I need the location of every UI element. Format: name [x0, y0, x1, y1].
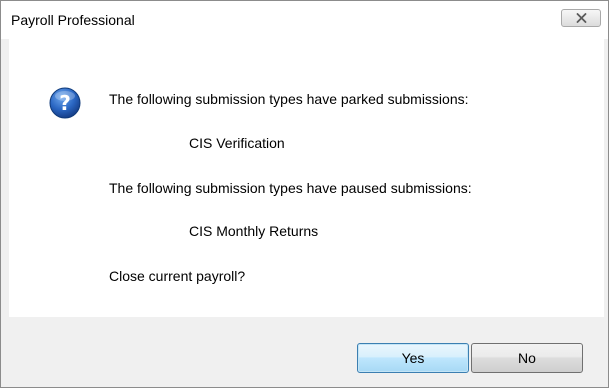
no-button[interactable]: No — [471, 343, 583, 373]
window-title: Payroll Professional — [11, 12, 135, 28]
parked-item: CIS Verification — [189, 135, 285, 151]
message-area: ? The following submission types have pa… — [9, 39, 604, 317]
question-glyph: ? — [59, 91, 71, 115]
yes-button[interactable]: Yes — [357, 343, 469, 373]
button-bar: Yes No — [1, 317, 608, 387]
parked-heading: The following submission types have park… — [109, 91, 469, 107]
question-icon: ? — [49, 87, 81, 119]
paused-heading: The following submission types have paus… — [109, 180, 472, 196]
close-icon — [576, 13, 587, 23]
paused-item: CIS Monthly Returns — [189, 223, 319, 239]
message-dialog: Payroll Professional ? The following sub… — [0, 0, 609, 388]
title-bar: Payroll Professional — [1, 1, 608, 39]
confirm-question: Close current payroll? — [109, 268, 246, 284]
close-button[interactable] — [561, 9, 601, 27]
